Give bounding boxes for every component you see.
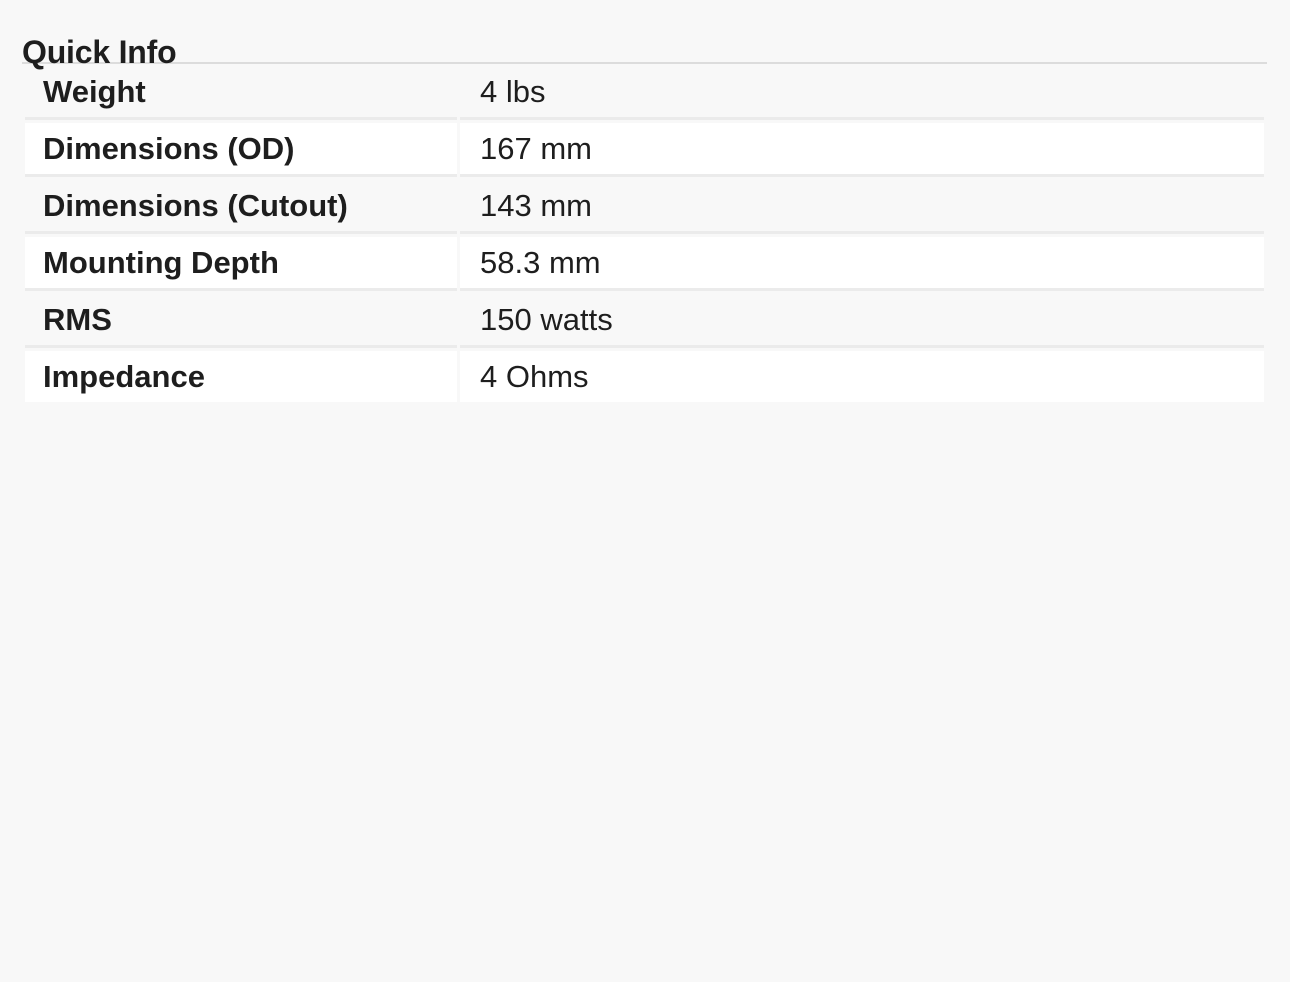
table-row: Dimensions (OD) 167 mm xyxy=(25,123,1264,177)
spec-label: Weight xyxy=(25,66,457,120)
spec-label: Mounting Depth xyxy=(25,237,457,291)
spec-value: 167 mm xyxy=(460,123,1264,177)
spec-label: Impedance xyxy=(25,351,457,402)
spec-value: 143 mm xyxy=(460,180,1264,234)
table-row: Mounting Depth 58.3 mm xyxy=(25,237,1264,291)
spec-value: 4 Ohms xyxy=(460,351,1264,402)
table-row: RMS 150 watts xyxy=(25,294,1264,348)
table-row: Weight 4 lbs xyxy=(25,66,1264,120)
table-row: Impedance 4 Ohms xyxy=(25,351,1264,402)
spec-value: 150 watts xyxy=(460,294,1264,348)
table-row: Dimensions (Cutout) 143 mm xyxy=(25,180,1264,234)
quick-info-panel: Quick Info Weight 4 lbs Dimensions (OD) … xyxy=(22,0,1267,405)
spec-label: Dimensions (OD) xyxy=(25,123,457,177)
spec-label: Dimensions (Cutout) xyxy=(25,180,457,234)
spec-label: RMS xyxy=(25,294,457,348)
section-title: Quick Info xyxy=(22,34,177,70)
spec-value: 4 lbs xyxy=(460,66,1264,120)
spec-table: Weight 4 lbs Dimensions (OD) 167 mm Dime… xyxy=(22,63,1267,405)
spec-value: 58.3 mm xyxy=(460,237,1264,291)
